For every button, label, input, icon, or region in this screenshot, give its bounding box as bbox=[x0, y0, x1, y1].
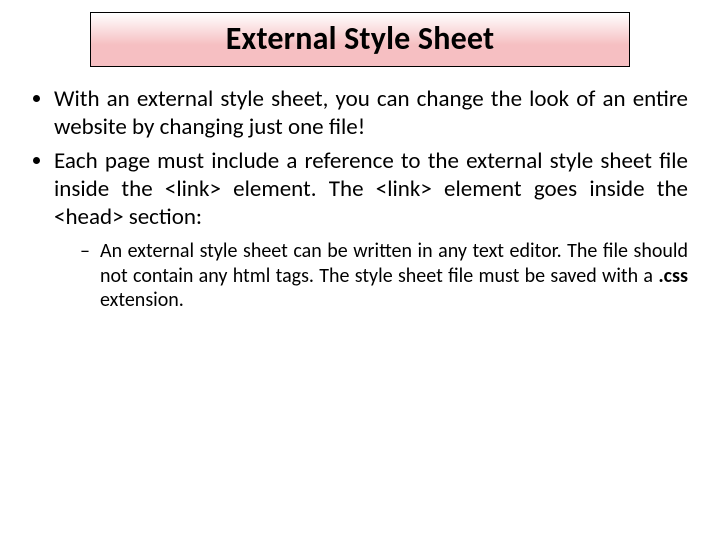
sub-text-pre: An external style sheet can be written i… bbox=[100, 239, 688, 287]
main-list: With an external style sheet, you can ch… bbox=[54, 85, 688, 312]
sub-text-bold: .css bbox=[658, 264, 688, 288]
sub-text-post: extension. bbox=[100, 288, 184, 312]
title-banner: External Style Sheet bbox=[90, 12, 630, 67]
sub-bullet-1: An external style sheet can be written i… bbox=[80, 239, 688, 312]
bullet-2: Each page must include a reference to th… bbox=[54, 147, 688, 312]
bullet-1: With an external style sheet, you can ch… bbox=[54, 85, 688, 141]
bullet-2-text: Each page must include a reference to th… bbox=[54, 147, 688, 231]
sub-list: An external style sheet can be written i… bbox=[80, 239, 688, 312]
page-title: External Style Sheet bbox=[101, 19, 619, 58]
